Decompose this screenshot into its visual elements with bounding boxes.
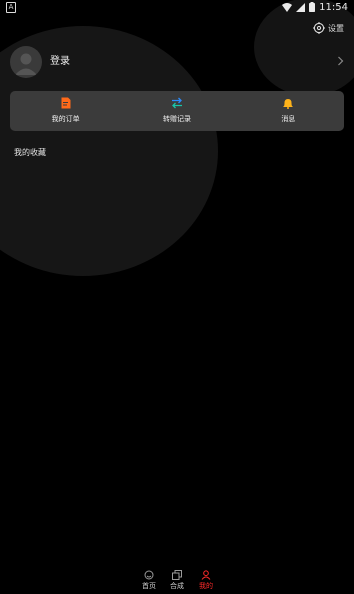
tab-home[interactable]: 首页 bbox=[134, 570, 164, 591]
favorites-title: 我的收藏 bbox=[14, 148, 46, 157]
battery-icon bbox=[309, 2, 316, 12]
bell-icon bbox=[283, 99, 293, 109]
tab-compose[interactable]: 合成 bbox=[162, 570, 192, 591]
login-label[interactable]: 登录 bbox=[50, 52, 70, 67]
status-bar: A 11:54 bbox=[0, 0, 354, 14]
status-time: 11:54 bbox=[319, 1, 348, 13]
tab-home-label: 首页 bbox=[142, 582, 156, 590]
transfer-icon bbox=[171, 97, 182, 109]
transfer-records-button[interactable]: 转赠记录 bbox=[121, 91, 232, 131]
avatar-placeholder-icon bbox=[15, 53, 37, 75]
wifi-icon bbox=[282, 2, 293, 12]
messages-button[interactable]: 消息 bbox=[233, 91, 344, 131]
messages-label: 消息 bbox=[281, 115, 296, 123]
settings-button[interactable]: 设置 bbox=[313, 22, 344, 34]
bottom-navigation: 首页 合成 我的 bbox=[0, 568, 354, 594]
order-icon bbox=[61, 97, 71, 109]
tab-mine[interactable]: 我的 bbox=[191, 570, 221, 591]
screen: A 11:54 设置 登录 我的订单 转赠记录 消息 我的收藏 首页 合成 我的 bbox=[0, 0, 354, 594]
status-right: 11:54 bbox=[282, 0, 348, 14]
compose-icon bbox=[172, 570, 182, 580]
quick-actions-card: 我的订单 转赠记录 消息 bbox=[10, 91, 344, 131]
chevron-right-icon bbox=[338, 56, 344, 66]
transfer-records-label: 转赠记录 bbox=[162, 115, 191, 123]
settings-label: 设置 bbox=[328, 23, 344, 33]
my-orders-button[interactable]: 我的订单 bbox=[10, 91, 121, 131]
tab-compose-label: 合成 bbox=[170, 582, 184, 590]
profile-login-row[interactable]: 登录 bbox=[10, 46, 344, 78]
notification-app-icon: A bbox=[6, 2, 16, 13]
user-icon bbox=[201, 570, 211, 580]
my-orders-label: 我的订单 bbox=[51, 115, 80, 123]
avatar[interactable] bbox=[10, 46, 42, 78]
tab-mine-label: 我的 bbox=[199, 582, 213, 590]
home-icon bbox=[144, 570, 154, 580]
signal-icon bbox=[296, 2, 306, 12]
settings-icon bbox=[313, 22, 325, 34]
